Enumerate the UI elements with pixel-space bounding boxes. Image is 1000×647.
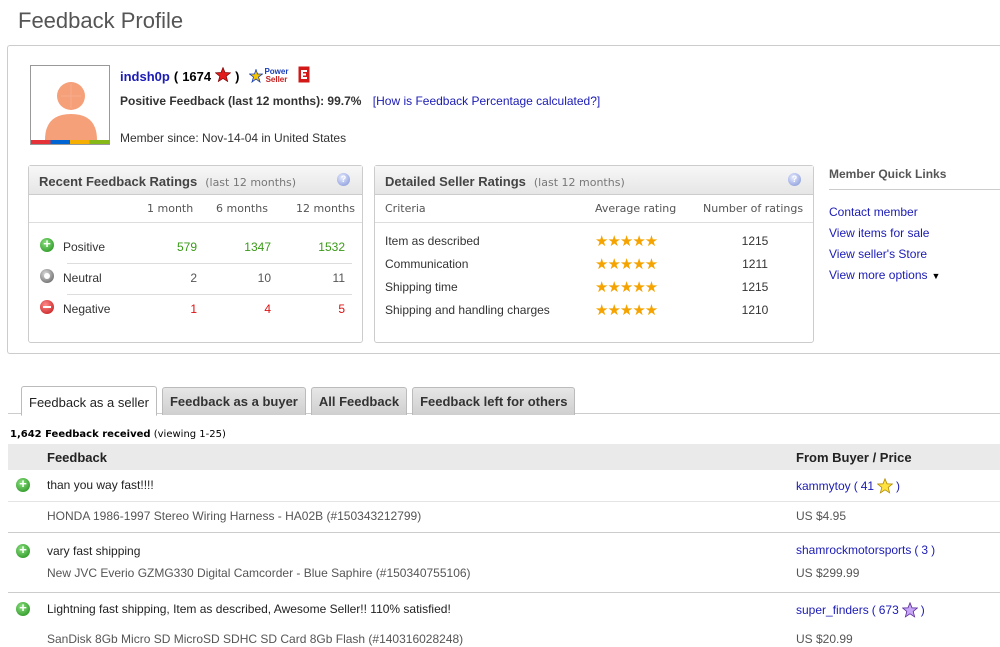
ratings-row-negative: Negative 1 4 5 [29,294,362,325]
positive-icon [16,542,30,558]
five-stars-icon: ★★★★★ [595,233,658,250]
member-quick-links: Member Quick Links Contact member View i… [829,165,1000,286]
recent-feedback-ratings-panel: Recent Feedback Ratings (last 12 months) … [28,165,363,343]
negative-6-months[interactable]: 4 [221,302,271,316]
negative-1-month[interactable]: 1 [147,302,197,316]
username-link[interactable]: indsh0p [120,69,170,84]
dsr-title: Detailed Seller Ratings [385,174,526,189]
buyer-score[interactable]: 673 [879,603,899,617]
member-since: Member since: Nov-14-04 in United States [120,131,347,145]
buyer-link[interactable]: shamrockmotorsports [796,543,911,557]
neutral-icon [40,269,54,283]
item-title[interactable]: SanDisk 8Gb Micro SD MicroSD SDHC SD Car… [47,632,463,646]
item-price: US $20.99 [796,632,853,646]
tab-all-feedback[interactable]: All Feedback [310,387,408,415]
view-store-link[interactable]: View seller's Store [829,244,1000,265]
item-title[interactable]: HONDA 1986-1997 Stereo Wiring Harness - … [47,509,421,523]
positive-icon [40,236,54,252]
page-title: Feedback Profile [18,8,184,33]
percentage-help-link[interactable]: [How is Feedback Percentage calculated?] [373,94,600,108]
recent-ratings-title: Recent Feedback Ratings [39,174,198,189]
tab-feedback-as-buyer[interactable]: Feedback as a buyer [161,387,306,415]
positive-icon [16,600,30,616]
dsr-row: Shipping and handling charges ★★★★★ 1210 [385,302,769,319]
buyer-info: super_finders (673 ) [796,602,925,618]
view-more-options-link[interactable]: View more options ▼ [829,265,1000,286]
feedback-tabs: Feedback as a seller Feedback as a buyer… [21,385,576,416]
item-price: US $4.95 [796,509,847,523]
negative-12-months[interactable]: 5 [295,302,345,316]
dsr-header: Detailed Seller Ratings (last 12 months) … [375,166,813,195]
power-seller-text: Power Seller [264,67,289,84]
detailed-seller-ratings-panel: Detailed Seller Ratings (last 12 months) … [374,165,814,343]
positive-12-months[interactable]: 1532 [295,240,345,254]
buyer-link[interactable]: super_finders [796,603,869,617]
buyer-score[interactable]: 3 [921,543,928,557]
view-items-link[interactable]: View items for sale [829,223,1000,244]
ratings-row-positive: Positive 579 1347 1532 [29,232,362,263]
me-page-icon[interactable] [298,66,310,86]
quick-links-title: Member Quick Links [829,165,1000,190]
dsr-row: Communication ★★★★★ 1211 [385,256,768,273]
recent-ratings-header: Recent Feedback Ratings (last 12 months) … [29,166,362,195]
table-row: vary fast shipping shamrockmotorsports (… [8,532,1000,592]
buyer-info: shamrockmotorsports (3) [796,543,936,557]
help-icon[interactable]: ? [337,173,350,186]
ratings-row-neutral: Neutral 2 10 11 [29,263,362,294]
item-title[interactable]: New JVC Everio GZMG330 Digital Camcorder… [47,566,471,580]
col-number-of-ratings: Number of ratings [703,202,804,215]
col-12-months: 12 months [296,202,355,215]
tab-feedback-left-for-others[interactable]: Feedback left for others [412,387,576,415]
recent-ratings-columns: 1 month 6 months 12 months [29,202,362,222]
feedback-table-header: Feedback From Buyer / Price [8,444,1000,470]
dsr-subtitle: (last 12 months) [533,176,625,189]
dsr-row: Item as described ★★★★★ 1215 [385,233,769,250]
positive-feedback-line: Positive Feedback (last 12 months): 99.7… [120,94,600,108]
profile-box: indsh0p ( 1674 ) Power Seller Positive F… [7,45,1000,354]
feedback-received-count: 1,642 Feedback received (viewing 1-25) [10,429,226,440]
buyer-link[interactable]: kammytoy [796,479,851,493]
neutral-12-months[interactable]: 11 [295,271,345,285]
col-1-month: 1 month [147,202,194,215]
positive-1-month[interactable]: 579 [147,240,197,254]
feedback-score: 1674 [182,68,212,84]
five-stars-icon: ★★★★★ [595,279,658,296]
power-seller-badge[interactable]: Power Seller [249,68,288,84]
five-stars-icon: ★★★★★ [595,256,658,273]
red-star-icon[interactable] [214,66,232,85]
col-from-buyer-price: From Buyer / Price [796,450,912,465]
caret-down-icon: ▼ [931,271,941,281]
buyer-info: kammytoy (41 ) [796,478,901,494]
help-icon[interactable]: ? [788,173,801,186]
avatar [30,65,110,145]
col-criteria: Criteria [385,202,426,215]
neutral-1-month[interactable]: 2 [147,271,197,285]
positive-6-months[interactable]: 1347 [221,240,271,254]
negative-icon [40,300,54,314]
col-feedback: Feedback [47,450,107,465]
dsr-columns: Criteria Average rating Number of rating… [375,202,813,222]
dsr-row: Shipping time ★★★★★ 1215 [385,279,769,296]
positive-icon [16,476,30,492]
purple-star-icon[interactable] [901,602,918,618]
score-close: ) [235,68,240,84]
col-average-rating: Average rating [595,202,677,215]
user-silhouette-icon [31,66,109,144]
power-seller-icon [249,69,264,83]
score-open: ( [173,68,179,84]
col-6-months: 6 months [216,202,268,215]
yellow-star-icon[interactable] [877,478,894,494]
recent-ratings-subtitle: (last 12 months) [205,176,297,189]
contact-member-link[interactable]: Contact member [829,202,1000,223]
table-row: Lightning fast shipping, Item as describ… [8,592,1000,647]
tab-feedback-as-seller[interactable]: Feedback as a seller [21,386,157,416]
buyer-score[interactable]: 41 [861,479,874,493]
brand-stripe [31,140,109,144]
positive-feedback-percent: Positive Feedback (last 12 months): 99.7… [120,94,362,108]
item-price: US $299.99 [796,566,860,580]
neutral-6-months[interactable]: 10 [221,271,271,285]
user-line: indsh0p ( 1674 ) Power Seller [120,66,310,86]
five-stars-icon: ★★★★★ [595,302,658,319]
